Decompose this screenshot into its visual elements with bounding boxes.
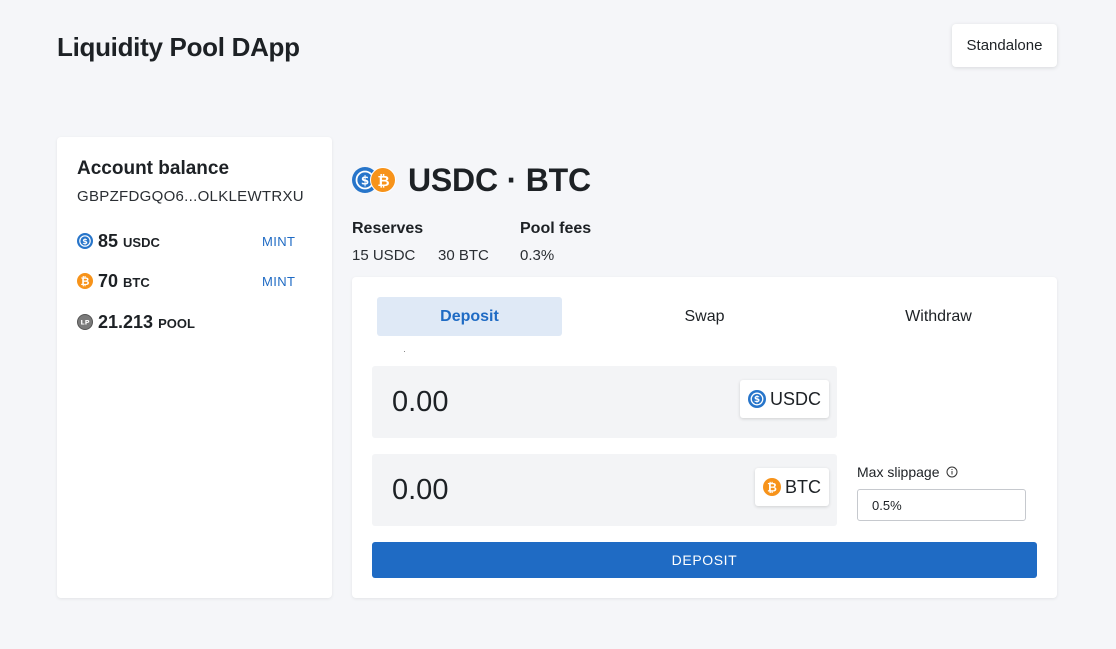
amount-value[interactable]: 0.00	[392, 474, 448, 507]
mint-btc-button[interactable]: MINT	[262, 274, 295, 289]
usdc-icon: $	[77, 233, 93, 249]
usdc-icon: $	[748, 390, 766, 408]
account-balance-card: Account balance GBPZFDGQO6...OLKLEWTRXU …	[57, 137, 332, 598]
tab-swap[interactable]: Swap	[612, 297, 797, 336]
info-icon[interactable]	[946, 466, 958, 478]
balance-amount: 70	[98, 270, 119, 291]
network-selector-button[interactable]: Standalone	[952, 24, 1057, 67]
reserves-label: Reserves	[352, 220, 424, 237]
pool-pair-icons: $ ₿	[352, 165, 398, 195]
balance-symbol: BTC	[123, 275, 150, 290]
balance-row-usdc: $ 85 USDC MINT	[77, 229, 307, 253]
pool-fees-label: Pool fees	[520, 220, 592, 237]
pool-header: $ ₿ USDC · BTC	[352, 160, 591, 200]
mint-usdc-button[interactable]: MINT	[262, 234, 295, 249]
reserve-usdc: 15 USDC	[352, 247, 416, 264]
amount-input-btc[interactable]: 0.00 ₿ BTC	[372, 454, 837, 526]
balance-amount: 21.213	[98, 311, 154, 332]
balance-symbol: POOL	[158, 316, 195, 331]
balance-row-btc: ₿ 70 BTC MINT	[77, 269, 307, 293]
svg-text:LP: LP	[81, 319, 90, 327]
pool-title: USDC · BTC	[408, 161, 591, 198]
token-symbol: USDC	[770, 388, 822, 409]
deposit-button[interactable]: DEPOSIT	[372, 542, 1037, 578]
amount-input-usdc[interactable]: 0.00 $ USDC	[372, 366, 837, 438]
lp-icon: LP	[77, 314, 93, 330]
divider-dot	[404, 351, 405, 352]
svg-text:₿: ₿	[377, 172, 389, 190]
tab-withdraw[interactable]: Withdraw	[846, 297, 1031, 336]
max-slippage-label: Max slippage	[857, 464, 958, 480]
app-title: Liquidity Pool DApp	[57, 32, 300, 62]
svg-text:$: $	[754, 395, 760, 405]
btc-icon: ₿	[763, 478, 781, 496]
max-slippage-text: Max slippage	[857, 464, 940, 480]
svg-text:$: $	[361, 174, 369, 188]
token-symbol: BTC	[785, 476, 821, 497]
reserve-btc: 30 BTC	[438, 247, 489, 264]
account-address: GBPZFDGQO6...OLKLEWTRXU	[77, 188, 304, 205]
amount-value[interactable]: 0.00	[392, 386, 448, 419]
svg-text:₿: ₿	[81, 275, 90, 288]
btc-icon: ₿	[370, 167, 396, 193]
pool-action-card: Deposit Swap Withdraw 0.00 $ USDC 0.00 ₿…	[352, 277, 1057, 598]
token-select-btc[interactable]: ₿ BTC	[755, 468, 829, 506]
svg-text:₿: ₿	[767, 481, 777, 495]
pool-fees-value: 0.3%	[520, 247, 555, 264]
balance-row-pool: LP 21.213 POOL	[77, 310, 307, 334]
token-select-usdc[interactable]: $ USDC	[740, 380, 830, 418]
tab-deposit[interactable]: Deposit	[377, 297, 562, 336]
balance-amount: 85	[98, 230, 119, 251]
balance-symbol: USDC	[123, 235, 160, 250]
svg-text:$: $	[82, 237, 88, 246]
max-slippage-input[interactable]	[857, 489, 1026, 521]
btc-icon: ₿	[77, 273, 93, 289]
balance-title: Account balance	[77, 158, 230, 179]
